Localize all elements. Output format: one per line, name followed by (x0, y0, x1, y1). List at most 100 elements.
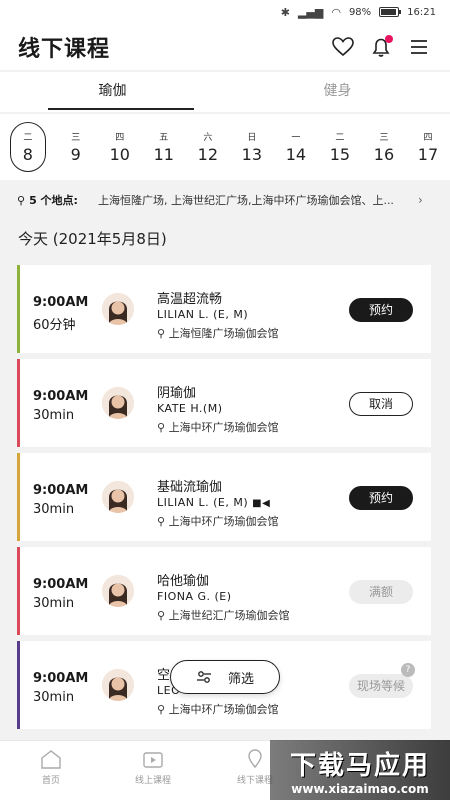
date-item[interactable]: 六 12 (186, 122, 230, 172)
location-count: 5 个地点: (29, 194, 78, 207)
avatar (102, 669, 134, 701)
venue: ⚲ 上海中环广场瑜伽会馆 (157, 513, 279, 529)
nav-online-label: 线上课程 (134, 776, 171, 786)
location-icon (248, 749, 262, 769)
tab-fitness[interactable]: 健身 (225, 72, 450, 112)
avatar (102, 387, 134, 419)
class-duration: 30min (33, 408, 75, 423)
class-name: 高温超流畅 (157, 292, 223, 307)
home-icon (41, 750, 61, 769)
class-card[interactable]: 9:00AM 30min 基础流瑜伽 LILIAN L. (E, M) ■◀ ⚲ 上海中环… (17, 453, 431, 541)
venue: ⚲ 上海中环广场瑜伽会馆 (157, 419, 279, 435)
date-item[interactable]: 二8 (10, 122, 46, 172)
teacher-name: FIONA G. (E) (157, 590, 232, 603)
chevron-right-icon: › (417, 193, 423, 207)
class-name: 基础流瑜伽 (157, 480, 223, 495)
weekday-label: 四 (423, 133, 433, 143)
class-name: 哈他瑜伽 (157, 574, 210, 589)
class-action-button[interactable]: 取消 (349, 392, 413, 416)
class-name: 空 (157, 668, 171, 683)
nav-online-classes[interactable]: 线上课程 (102, 741, 204, 800)
watermark-url: www.xiazaimao.com (291, 781, 429, 796)
teacher-name: LILIAN L. (E, M) ■◀ (157, 496, 270, 509)
nav-offline-label: 线下课程 (236, 776, 273, 786)
weekday-label: 二 (23, 133, 33, 143)
weekday-label: 二 (335, 133, 345, 143)
class-action-button[interactable]: 预约 (349, 486, 413, 510)
class-card[interactable]: 9:00AM 30min 哈他瑜伽 FIONA G. (E) ⚲ 上海世纪汇广场瑜伽会馆… (17, 547, 431, 635)
menu-icon[interactable] (406, 34, 432, 60)
location-pin-icon: ⚲ (157, 421, 169, 434)
class-time: 9:00AM (33, 577, 89, 592)
day-number: 15 (329, 145, 351, 164)
battery-percent: 98% (348, 6, 372, 18)
day-number: 12 (197, 145, 218, 164)
class-duration: 60分钟 (33, 318, 76, 333)
class-action-button[interactable]: 预约 (349, 298, 413, 322)
venue-label: 上海恒隆广场瑜伽会馆 (168, 327, 279, 340)
day-number: 8 (22, 145, 33, 164)
location-filter[interactable]: ⚲ 5 个地点: 上海恒隆广场, 上海世纪汇广场,上海中环广场瑜伽会馆、上...… (0, 188, 450, 212)
help-icon[interactable]: ? (401, 663, 415, 677)
battery-icon (379, 7, 402, 17)
filter-button[interactable]: 筛选 (170, 660, 280, 694)
venue-label: 上海中环广场瑜伽会馆 (168, 421, 279, 434)
notification-dot (385, 35, 393, 43)
signal-icon: ▂▄▆ (297, 5, 324, 19)
category-tabs: 瑜伽 健身 (0, 72, 450, 112)
day-number: 10 (109, 145, 130, 164)
class-action-button[interactable]: 满额 (349, 580, 413, 604)
teacher-label: KATE H.(M) (157, 402, 223, 415)
date-selector: 二8 三9 四 10 五 11 六 12 日 13 一 14 二 15 三 16 四 17 (0, 114, 450, 180)
video-play-icon (143, 752, 163, 768)
class-card[interactable]: 9:00AM 60分钟 高温超流畅 LILIAN L. (E, M) ⚲ 上海恒隆广场瑜… (17, 265, 431, 353)
today-heading: 今天 (2021年5月8日) (18, 230, 167, 248)
class-duration: 30min (33, 690, 75, 705)
video-camera-icon: ■◀ (252, 498, 271, 509)
class-card[interactable]: 9:00AM 30min 阴瑜伽 KATE H.(M) ⚲ 上海中环广场瑜伽会馆 取消 (17, 359, 431, 447)
venue: ⚲ 上海恒隆广场瑜伽会馆 (157, 325, 279, 341)
date-item[interactable]: 日 13 (230, 122, 274, 172)
page-title: 线下课程 (18, 37, 111, 62)
venue-label: 上海中环广场瑜伽会馆 (168, 515, 279, 528)
class-time: 9:00AM (33, 389, 89, 404)
date-item[interactable]: 二 15 (318, 122, 362, 172)
weekday-label: 四 (115, 133, 125, 143)
day-number: 17 (417, 145, 439, 164)
location-pin-icon: ⚲ (157, 515, 169, 528)
bluetooth-icon: ✱ (280, 5, 290, 19)
class-action-button[interactable]: 现场等候 (349, 674, 413, 698)
nav-home-label: 首页 (41, 776, 60, 786)
tab-yoga[interactable]: 瑜伽 (0, 72, 225, 112)
weekday-label: 五 (159, 133, 169, 143)
location-pin-icon: ⚲ (157, 703, 169, 716)
date-item[interactable]: 三 16 (362, 122, 406, 172)
wifi-icon: ◠ (331, 5, 341, 19)
day-number: 9 (70, 145, 81, 164)
watermark-title: 下载马应用 (289, 750, 430, 781)
heart-icon[interactable] (330, 34, 356, 60)
bell-icon[interactable] (368, 34, 394, 60)
teacher-label: FIONA G. (E) (157, 590, 232, 603)
weekday-label: 六 (203, 133, 213, 143)
nav-home[interactable]: 首页 (0, 741, 102, 800)
venue-label: 上海中环广场瑜伽会馆 (168, 703, 279, 716)
weekday-label: 三 (379, 133, 389, 143)
day-number: 14 (285, 145, 307, 164)
day-number: 11 (153, 145, 174, 164)
watermark-logo: 下载马应用 www.xiazaimao.com (270, 740, 450, 800)
date-item[interactable]: 一 14 (274, 122, 318, 172)
date-item[interactable]: 五 11 (142, 122, 186, 172)
date-item[interactable]: 四 10 (98, 122, 142, 172)
venue: ⚲ 上海世纪汇广场瑜伽会馆 (157, 607, 290, 623)
weekday-label: 一 (291, 133, 301, 143)
filter-icon (196, 671, 211, 683)
teacher-label: LILIAN L. (E, M) (157, 496, 249, 509)
date-item[interactable]: 三9 (54, 122, 98, 172)
status-bar: ✱ ▂▄▆ ◠ 98% 16:21 (0, 0, 450, 24)
teacher-label: LILIAN L. (E, M) (157, 308, 249, 321)
date-item[interactable]: 四 17 (406, 122, 450, 172)
location-pin-icon: ⚲ (157, 327, 169, 340)
avatar (102, 575, 134, 607)
day-number: 13 (241, 145, 263, 164)
